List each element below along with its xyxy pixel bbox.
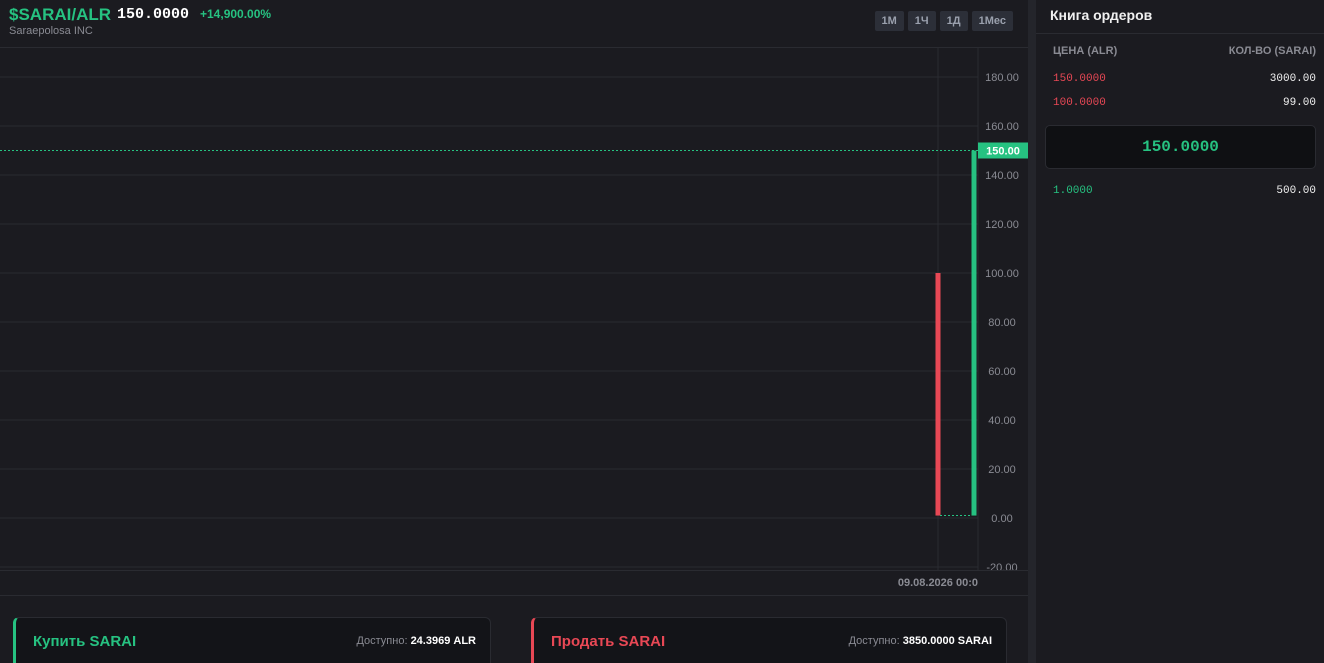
timeframe-selector: 1М 1Ч 1Д 1Мес	[874, 11, 1013, 31]
candle-body	[971, 150, 977, 516]
sell-available: Доступно: 3850.0000 SARAI	[849, 635, 992, 647]
buy-panel: Купить SARAI Доступно: 24.3969 ALR	[13, 617, 491, 663]
order-book-title: Книга ордеров	[1050, 7, 1153, 23]
sell-title: Продать SARAI	[551, 633, 666, 650]
timeframe-1m-button[interactable]: 1М	[874, 11, 904, 31]
ask-qty: 99.00	[1282, 97, 1316, 109]
price-change: +14,900.00%	[200, 7, 272, 21]
order-book: Книга ордеров ЦЕНА (ALR) КОЛ-ВО (SARAI) …	[1036, 0, 1324, 663]
sell-panel: Продать SARAI Доступно: 3850.0000 SARAI	[531, 617, 1007, 663]
buy-available-label: Доступно:	[356, 635, 408, 647]
y-tick-label: 40.00	[988, 415, 1016, 427]
candle-body	[935, 273, 941, 516]
y-tick-label: -20.00	[986, 562, 1017, 570]
column-price-header: ЦЕНА (ALR)	[1053, 45, 1118, 57]
bid-qty: 500.00	[1276, 185, 1316, 197]
pair-title: $SARAI/ALR	[9, 5, 112, 24]
y-tick-label: 80.00	[988, 317, 1016, 329]
ask-price: 100.0000	[1053, 97, 1106, 109]
y-tick-label: 140.00	[985, 170, 1019, 182]
spread-mid-price: 150.0000	[1045, 125, 1316, 169]
buy-available-value: 24.3969 ALR	[410, 635, 476, 647]
panel-divider[interactable]	[1028, 0, 1036, 663]
price-chart-container[interactable]: 180.00 160.00 140.00 120.00 100.00 80.00 60.00…	[0, 48, 1028, 570]
current-price: 150.0000	[117, 6, 190, 23]
y-tick-label: 120.00	[985, 219, 1019, 231]
y-tick-label: 180.00	[985, 72, 1019, 84]
bid-price: 1.0000	[1053, 185, 1093, 197]
ask-qty: 3000.00	[1269, 73, 1316, 85]
y-tick-label: 0.00	[991, 513, 1012, 525]
timeframe-1d-button[interactable]: 1Д	[939, 11, 968, 31]
order-book-divider	[1036, 33, 1324, 34]
ask-row[interactable]: 100.0000 99.00	[1036, 94, 1324, 114]
bid-row[interactable]: 1.0000 500.00	[1036, 182, 1324, 202]
ask-row[interactable]: 150.0000 3000.00	[1036, 70, 1324, 90]
trading-panel: $SARAI/ALR 150.0000 +14,900.00% Saraepol…	[0, 0, 1028, 663]
buy-title: Купить SARAI	[33, 633, 137, 650]
chart-header: $SARAI/ALR 150.0000 +14,900.00% Saraepol…	[0, 0, 1028, 48]
price-chart[interactable]: 180.00 160.00 140.00 120.00 100.00 80.00 60.00…	[0, 48, 1028, 570]
timeframe-1mo-button[interactable]: 1Мес	[971, 11, 1013, 31]
column-qty-header: КОЛ-ВО (SARAI)	[1228, 45, 1316, 57]
ask-price: 150.0000	[1053, 73, 1106, 85]
y-tick-label: 60.00	[988, 366, 1016, 378]
y-tick-label: 20.00	[988, 464, 1016, 476]
y-tick-label: 160.00	[985, 121, 1019, 133]
company-name: Saraepolosa INC	[9, 25, 93, 37]
time-axis-label: 09.08.2026 00:0	[897, 577, 978, 589]
y-tick-label: 100.00	[985, 268, 1019, 280]
buy-available: Доступно: 24.3969 ALR	[356, 635, 476, 647]
timeframe-1h-button[interactable]: 1Ч	[907, 11, 936, 31]
sell-available-value: 3850.0000 SARAI	[902, 635, 992, 647]
last-price-label: 150.00	[986, 146, 1020, 158]
time-axis: 09.08.2026 00:0	[0, 570, 1028, 596]
sell-available-label: Доступно:	[848, 635, 900, 647]
